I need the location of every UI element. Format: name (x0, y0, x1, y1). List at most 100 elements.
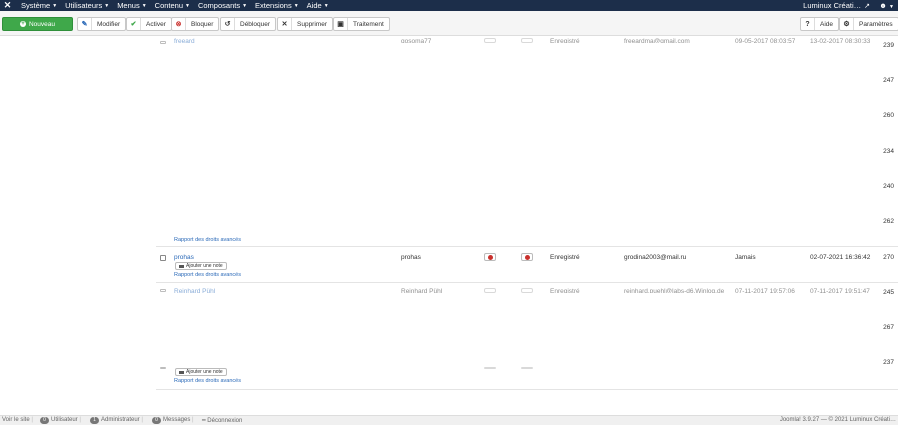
user-name-link[interactable]: prohas (174, 254, 194, 261)
email-cell: reinhard.puehl@labs-d6.Winlog.de (624, 288, 724, 293)
gear-icon: ⚙ (840, 18, 854, 30)
username-cell: Reinhard Pühl (401, 288, 443, 293)
user-id-cell: 245 (883, 289, 894, 296)
messages-link[interactable]: 0 Messages | (152, 417, 194, 424)
main-menu: Système ▼ Utilisateurs ▼ Menus ▼ Contenu ▼ C… (21, 0, 337, 11)
row-divider (156, 389, 898, 390)
external-link-icon: ↗ (864, 3, 870, 10)
user-icon: ☻ (879, 1, 888, 10)
admins-online[interactable]: 1 Administrateur | (90, 417, 143, 424)
close-icon: ✕ (278, 18, 292, 30)
row-checkbox[interactable] (160, 255, 166, 261)
menu-extensions[interactable]: Extensions ▼ (255, 0, 299, 11)
edit-icon: ✎ (78, 18, 92, 30)
batch-icon: ▣ (334, 18, 348, 30)
email-cell: grodina2003@mail.ru (624, 254, 687, 261)
row-checkbox[interactable] (160, 289, 166, 292)
user-id-cell: 262 (883, 218, 894, 225)
last-visit-cell: Jamais (735, 254, 756, 261)
activate-button[interactable]: ✔ Activer (126, 17, 172, 31)
last-visit-cell: 07-11-2017 19:57:06 (735, 288, 795, 293)
registered-cell: 07-11-2017 19:51:47 (810, 288, 870, 293)
add-note-button[interactable]: Ajouter une note (175, 262, 227, 270)
messages-count-badge: 0 (152, 417, 161, 424)
group-cell: Enregistré (550, 38, 580, 43)
block-button[interactable]: ⊗ Bloquer (171, 17, 220, 31)
enabled-toggle[interactable] (484, 253, 496, 261)
user-id-cell: 239 (883, 42, 894, 49)
row-checkbox[interactable] (160, 41, 166, 44)
version-text: Joomla! 3.9.27 — © 2021 Luminux Créati… (779, 417, 896, 423)
caret-down-icon: ▼ (323, 2, 329, 9)
menu-content[interactable]: Contenu ▼ (155, 0, 190, 11)
minus-icon: ━ (202, 418, 206, 424)
unblock-button[interactable]: ↺ Débloquer (220, 17, 276, 31)
activated-toggle[interactable] (521, 38, 533, 43)
caret-down-icon: ▼ (185, 2, 190, 9)
menu-help[interactable]: Aide ▼ (307, 0, 329, 11)
activated-toggle[interactable] (521, 253, 533, 261)
user-id-cell: 260 (883, 112, 894, 119)
users-count-badge: 0 (40, 417, 49, 424)
help-icon: ? (801, 18, 815, 30)
enabled-toggle[interactable] (484, 38, 496, 43)
add-note-button[interactable]: Ajouter une note (175, 368, 227, 376)
check-icon: ✔ (127, 18, 141, 30)
row-checkbox[interactable] (160, 367, 166, 369)
not-activated-icon (524, 254, 530, 260)
last-visit-cell: 09-05-2017 08:03:57 (735, 38, 796, 43)
users-online[interactable]: 0 Utilisateur | (40, 417, 81, 424)
user-id-cell: 237 (883, 359, 894, 366)
help-button[interactable]: ? Aide (800, 17, 840, 31)
acl-report-link[interactable]: Rapport des droits avancés (174, 378, 241, 384)
acl-report-link[interactable]: Rapport des droits avancés (174, 272, 241, 278)
row-divider (156, 246, 898, 247)
row-divider (156, 282, 898, 283)
group-cell: Enregistré (550, 288, 580, 293)
registered-cell: 02-07-2021 16:36:42 (810, 254, 871, 261)
plus-icon: + (19, 21, 26, 27)
menu-users[interactable]: Utilisateurs ▼ (65, 0, 109, 11)
options-button[interactable]: ⚙ Paramètres (839, 17, 898, 31)
caret-down-icon: ▼ (242, 2, 248, 9)
user-id-cell: 240 (883, 183, 894, 190)
menu-components[interactable]: Composants ▼ (198, 0, 247, 11)
edit-button[interactable]: ✎ Modifier (77, 17, 127, 31)
user-id-cell: 270 (883, 254, 894, 261)
email-cell: freeardma@gmail.com (624, 38, 690, 43)
admins-count-badge: 1 (90, 417, 99, 424)
registered-cell: 13-02-2017 08:30:33 (810, 38, 871, 43)
menu-menus[interactable]: Menus ▼ (117, 0, 146, 11)
view-site-link[interactable]: Voir le site | (2, 417, 33, 423)
menu-system[interactable]: Système ▼ (21, 0, 57, 11)
user-id-cell: 247 (883, 77, 894, 84)
username-cell: prohas (401, 254, 421, 261)
user-name-link[interactable]: freeard (174, 38, 195, 43)
caret-down-icon: ▼ (889, 4, 894, 10)
activated-toggle[interactable] (521, 288, 533, 293)
username-cell: gosoma77 (401, 38, 432, 43)
caret-down-icon: ▼ (104, 2, 110, 9)
user-name-link[interactable]: Reinhard Pühl (174, 288, 215, 293)
note-icon (179, 264, 184, 268)
enabled-toggle[interactable] (484, 367, 496, 369)
batch-button[interactable]: ▣ Traitement (333, 17, 390, 31)
block-icon: ⊗ (172, 18, 186, 30)
enabled-toggle[interactable] (484, 288, 496, 293)
blocked-icon (487, 254, 493, 260)
user-id-cell: 267 (883, 324, 894, 331)
caret-down-icon: ▼ (141, 2, 147, 9)
toolbar: + Nouveau ✎ Modifier ✔ Activer ⊗ Bloquer ↺ Dé… (0, 11, 898, 36)
logout-link[interactable]: ━ Déconnexion (202, 417, 242, 424)
acl-report-link[interactable]: Rapport des droits avancés (174, 237, 241, 243)
status-bar: Voir le site | 0 Utilisateur | 1 Administr… (0, 415, 898, 425)
delete-button[interactable]: ✕ Supprimer (277, 17, 333, 31)
new-button[interactable]: + Nouveau (2, 17, 73, 31)
caret-down-icon: ▼ (293, 2, 299, 9)
top-navbar: ✕ Système ▼ Utilisateurs ▼ Menus ▼ Contenu ▼… (0, 0, 898, 11)
joomla-logo-icon[interactable]: ✕ (2, 0, 13, 11)
unblock-icon: ↺ (221, 18, 235, 30)
group-cell: Enregistré (550, 254, 580, 261)
note-icon (179, 370, 184, 374)
activated-toggle[interactable] (521, 367, 533, 369)
